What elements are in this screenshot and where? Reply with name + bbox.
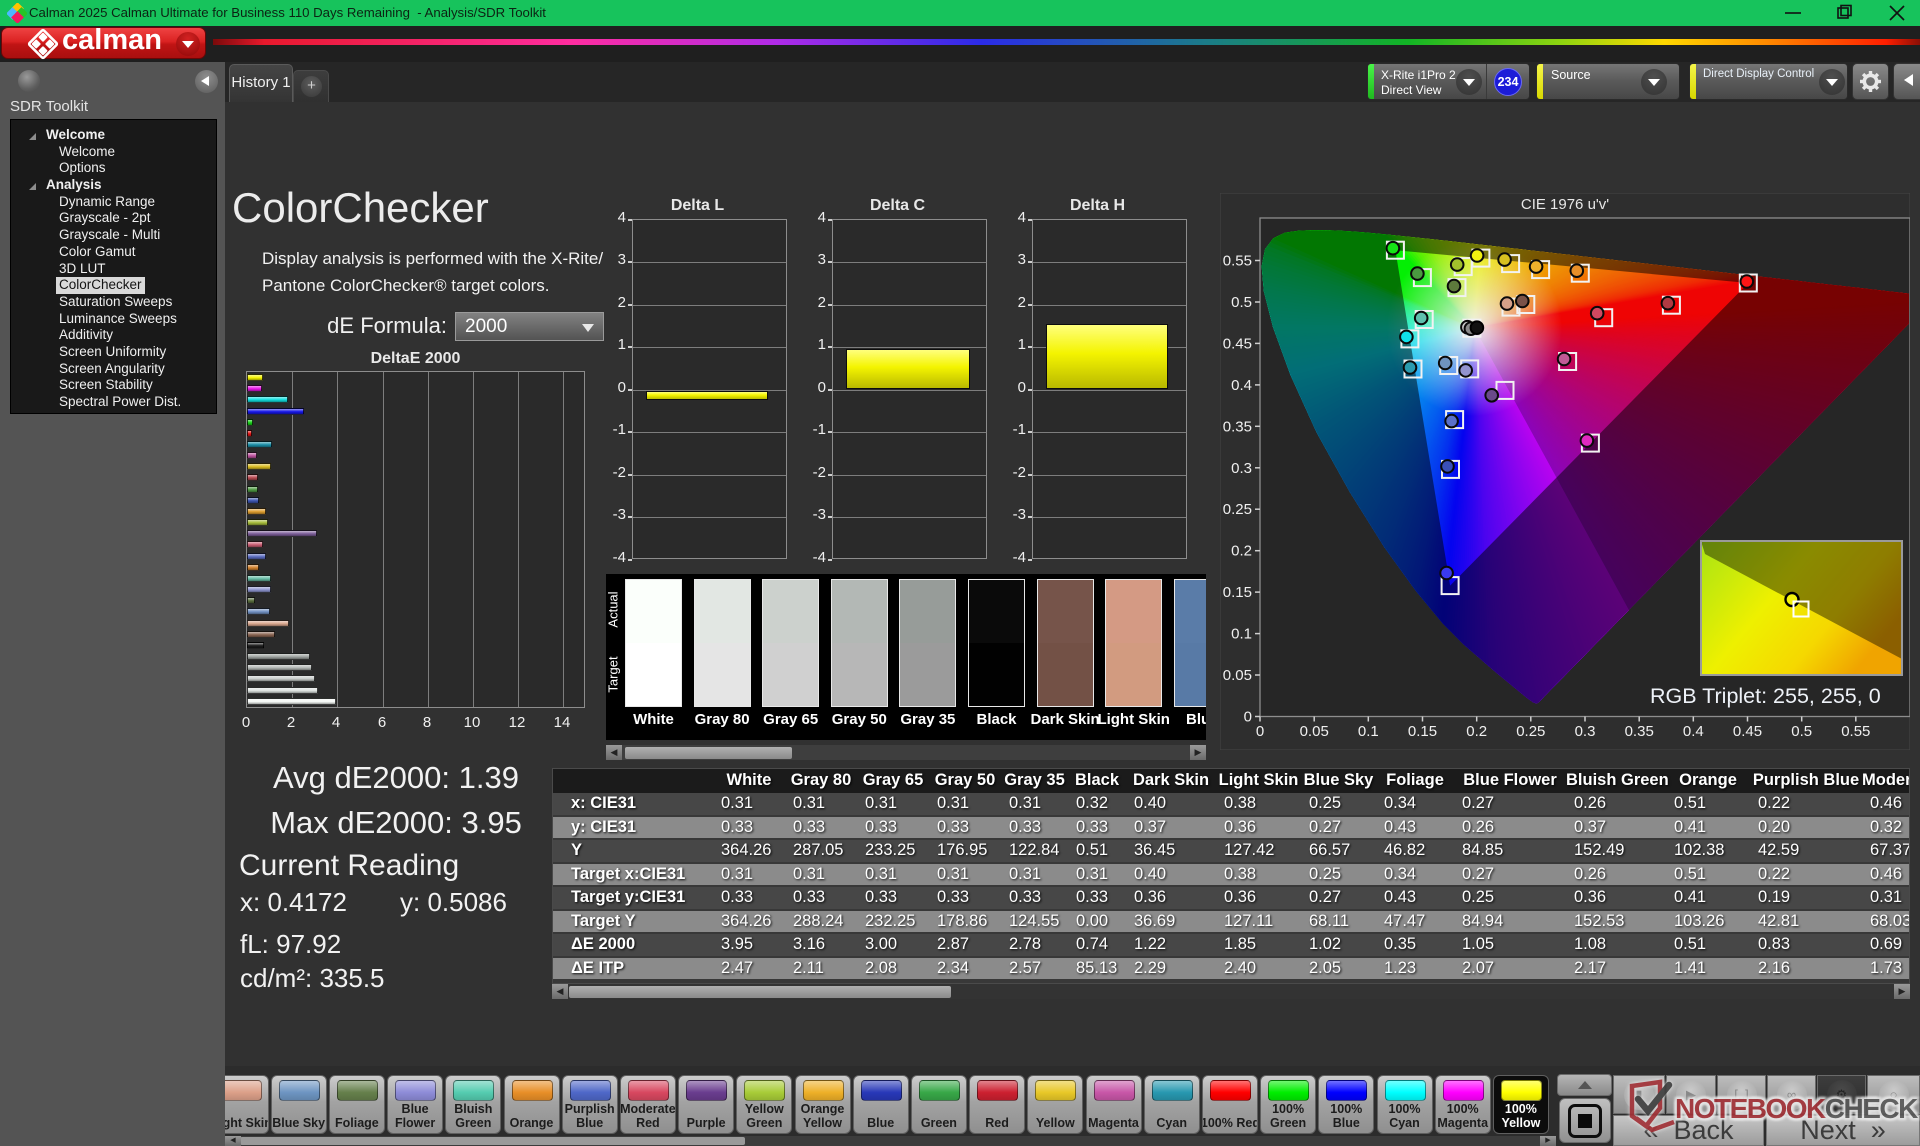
svg-text:RGB Triplet: 255, 255, 0: RGB Triplet: 255, 255, 0 — [1650, 684, 1881, 708]
svg-text:0.15: 0.15 — [1223, 584, 1252, 601]
svg-text:0.2: 0.2 — [1231, 543, 1252, 560]
svg-text:0.55: 0.55 — [1841, 723, 1870, 740]
svg-text:0.45: 0.45 — [1733, 723, 1762, 740]
svg-text:0.5: 0.5 — [1231, 294, 1252, 311]
svg-text:0.55: 0.55 — [1223, 253, 1252, 270]
svg-text:0.25: 0.25 — [1223, 501, 1252, 518]
svg-text:0.4: 0.4 — [1683, 723, 1704, 740]
svg-text:0.25: 0.25 — [1516, 723, 1545, 740]
svg-text:0.2: 0.2 — [1466, 723, 1487, 740]
svg-text:0.35: 0.35 — [1625, 723, 1654, 740]
svg-text:0.15: 0.15 — [1408, 723, 1437, 740]
svg-text:0.05: 0.05 — [1300, 723, 1329, 740]
svg-text:0.5: 0.5 — [1791, 723, 1812, 740]
svg-text:0: 0 — [1244, 709, 1252, 726]
svg-text:0.1: 0.1 — [1358, 723, 1379, 740]
svg-text:0: 0 — [1256, 723, 1264, 740]
svg-text:0.05: 0.05 — [1223, 667, 1252, 684]
svg-text:0.45: 0.45 — [1223, 335, 1252, 352]
svg-text:0.4: 0.4 — [1231, 377, 1252, 394]
svg-text:0.1: 0.1 — [1231, 626, 1252, 643]
svg-text:CIE 1976 u'v': CIE 1976 u'v' — [1521, 196, 1609, 213]
svg-text:0.35: 0.35 — [1223, 418, 1252, 435]
svg-text:0.3: 0.3 — [1231, 460, 1252, 477]
svg-text:0.3: 0.3 — [1575, 723, 1596, 740]
